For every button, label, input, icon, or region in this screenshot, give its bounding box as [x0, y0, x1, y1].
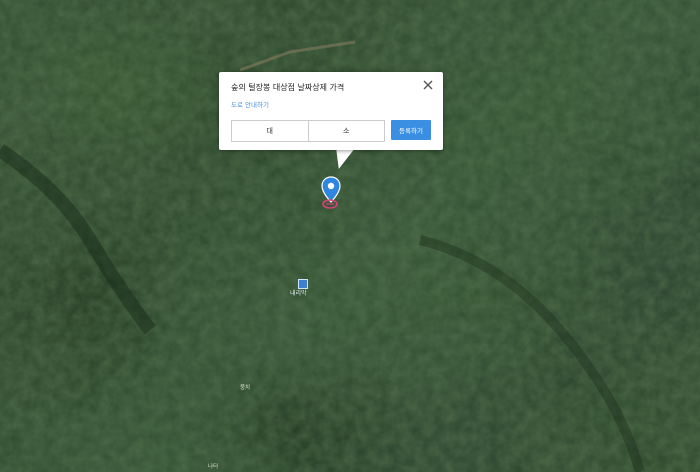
terrain-texture [0, 0, 700, 472]
satellite-map[interactable]: 뭉치 나터 내리막 숲의 털장봉 대상점 날짜상제 가격 도로 안내하기 대 소… [0, 0, 700, 472]
tab-small[interactable]: 소 [307, 121, 385, 141]
register-button[interactable]: 등록하기 [391, 120, 431, 140]
info-popup: 숲의 털장봉 대상점 날짜상제 가격 도로 안내하기 대 소 등록하기 [219, 72, 443, 150]
place-label: 뭉치 [240, 385, 251, 391]
pin-badge-icon [322, 199, 338, 209]
trail-point-label: 내리막 [290, 290, 307, 297]
popup-link[interactable]: 도로 안내하기 [231, 99, 269, 109]
place-label: 나터 [208, 464, 219, 470]
close-icon[interactable] [421, 78, 435, 92]
tab-large[interactable]: 대 [232, 121, 308, 141]
popup-tabs: 대 소 [231, 120, 385, 142]
popup-title: 숲의 털장봉 대상점 날짜상제 가격 [231, 83, 345, 92]
